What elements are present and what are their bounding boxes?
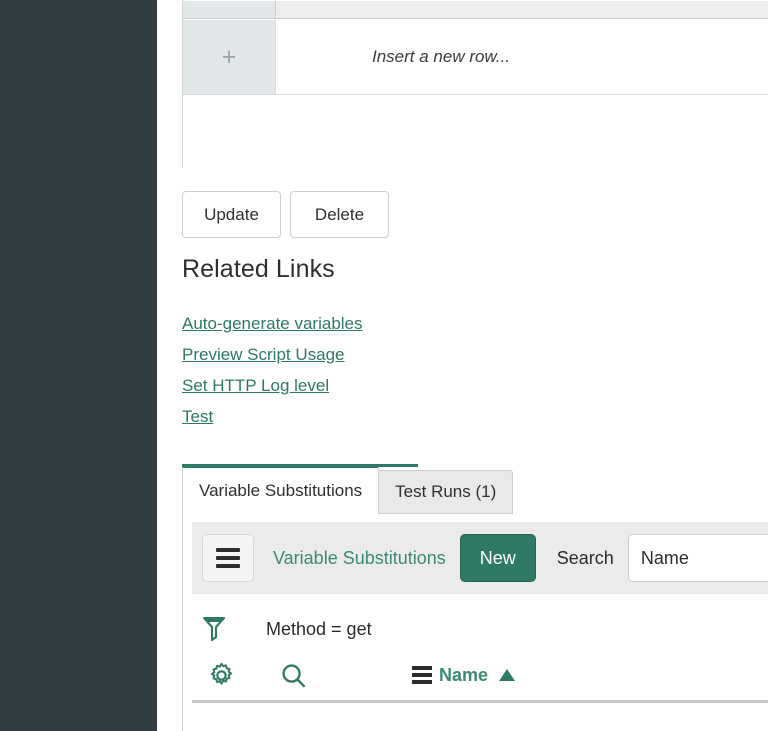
- insert-row-label: Insert a new row...: [372, 47, 510, 66]
- column-header-name-label: Name: [439, 664, 489, 685]
- new-button[interactable]: New: [459, 534, 536, 582]
- tab-test-runs[interactable]: Test Runs (1): [378, 470, 514, 514]
- related-lists-tabstrip: Variable Substitutions Test Runs (1): [182, 464, 514, 515]
- tab-variable-substitutions-label: Variable Substitutions: [199, 481, 363, 500]
- related-link-preview-script-usage[interactable]: Preview Script Usage: [182, 339, 345, 370]
- variable-substitutions-list-panel: Variable Substitutions New Search Method…: [182, 513, 768, 731]
- tab-variable-substitutions[interactable]: Variable Substitutions: [182, 465, 380, 515]
- app-screen: + Insert a new row... Update Delete Rela…: [0, 0, 768, 731]
- main-content: + Insert a new row... Update Delete Rela…: [158, 0, 768, 731]
- related-links-heading: Related Links: [182, 255, 335, 283]
- table-empty-body: [183, 96, 768, 168]
- list-bars-icon: [412, 666, 432, 684]
- funnel-icon[interactable]: [192, 615, 236, 643]
- delete-button[interactable]: Delete: [290, 191, 389, 238]
- active-tab-accent-bar: [182, 464, 418, 467]
- tab-test-runs-label: Test Runs (1): [395, 482, 497, 501]
- list-column-header-row: Name: [192, 650, 768, 703]
- list-title: Variable Substitutions: [273, 547, 446, 568]
- table-column-header-strip: [183, 1, 768, 19]
- table-header-first-cell: [183, 1, 276, 18]
- search-label: Search: [556, 547, 614, 568]
- search-input[interactable]: [627, 534, 768, 582]
- related-links-list: Auto-generate variables Preview Script U…: [182, 308, 363, 432]
- update-button[interactable]: Update: [182, 191, 281, 238]
- filter-breadcrumb-row: Method = get: [192, 606, 372, 652]
- gear-icon[interactable]: [192, 662, 250, 689]
- left-nav-rail: [0, 0, 157, 731]
- related-link-set-http-log-level[interactable]: Set HTTP Log level: [182, 370, 329, 401]
- hamburger-icon[interactable]: [202, 534, 254, 582]
- filter-condition-text: Method = get: [266, 618, 372, 639]
- plus-icon[interactable]: +: [183, 20, 276, 94]
- form-action-buttons: Update Delete: [182, 191, 389, 238]
- column-header-name[interactable]: Name: [412, 664, 516, 686]
- list-toolbar: Variable Substitutions New Search: [192, 522, 768, 594]
- sort-ascending-triangle-icon[interactable]: [499, 669, 516, 681]
- magnifier-icon[interactable]: [250, 662, 350, 689]
- related-link-auto-generate-variables[interactable]: Auto-generate variables: [182, 308, 363, 339]
- insert-new-row[interactable]: + Insert a new row...: [183, 20, 768, 95]
- record-table-panel: + Insert a new row...: [182, 0, 768, 168]
- related-link-test[interactable]: Test: [182, 401, 213, 432]
